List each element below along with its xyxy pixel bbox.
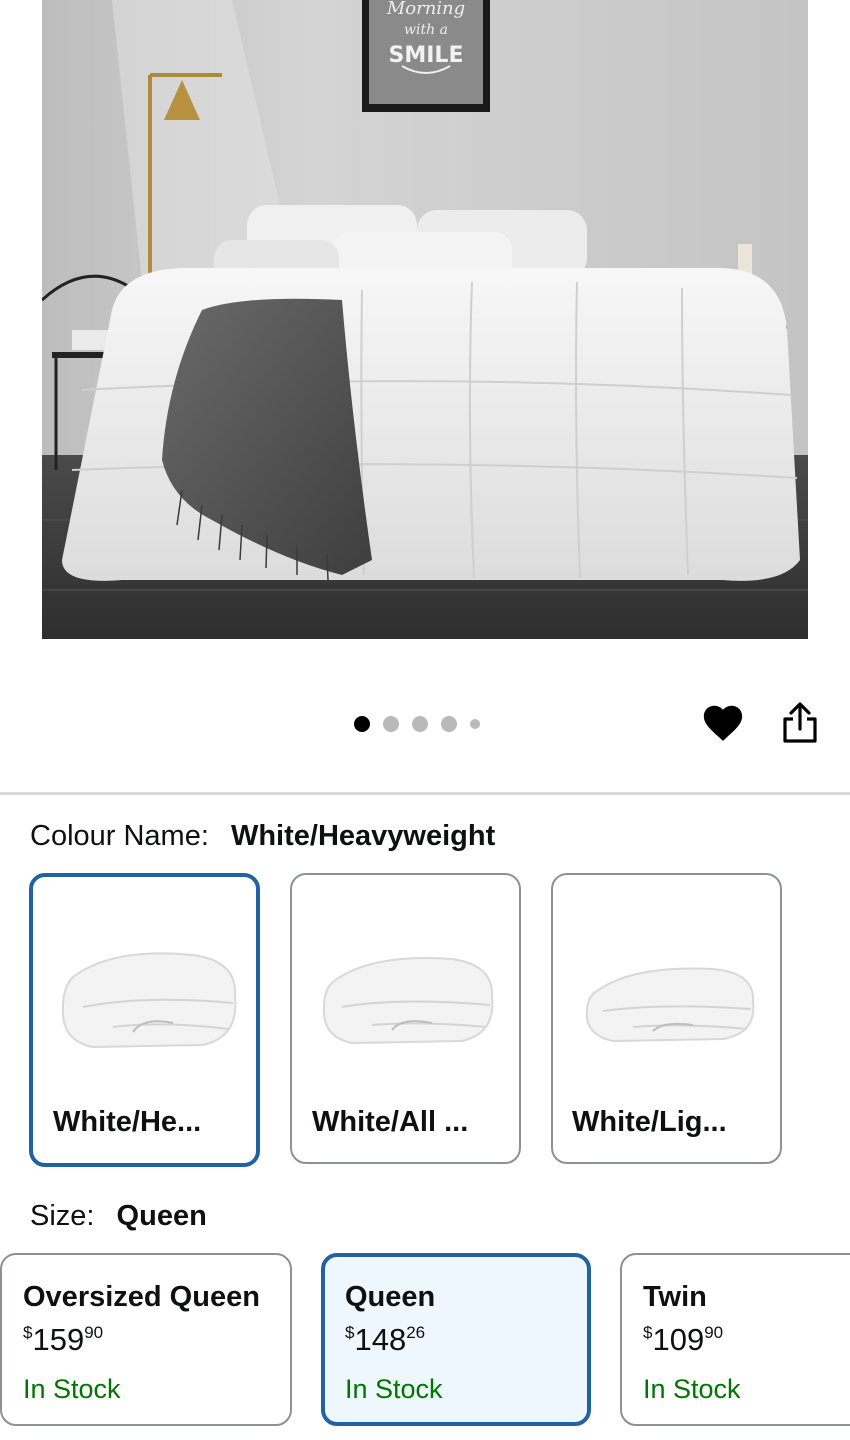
availability-status: In Stock bbox=[345, 1374, 443, 1404]
size-option-name: Oversized Queen bbox=[23, 1281, 260, 1313]
product-image[interactable]: Morning with a SMILE bbox=[42, 0, 808, 639]
size-option-price: $15990 bbox=[23, 1322, 104, 1357]
carousel-dot-3[interactable] bbox=[412, 716, 428, 732]
svg-text:SMILE: SMILE bbox=[389, 43, 464, 68]
colour-option-label: White/He... bbox=[53, 1106, 202, 1138]
size-option-queen[interactable]: Queen $14826 In Stock bbox=[321, 1253, 591, 1426]
comforter-thumbnail bbox=[61, 952, 237, 1049]
size-option-price: $10990 bbox=[643, 1322, 724, 1357]
colour-label-key: Colour Name: bbox=[30, 820, 209, 852]
size-option-oversized-queen[interactable]: Oversized Queen $15990 In Stock bbox=[0, 1253, 292, 1426]
size-option-price: $14826 bbox=[345, 1322, 426, 1357]
carousel-dot-2[interactable] bbox=[383, 716, 399, 732]
svg-text:with a: with a bbox=[404, 22, 448, 38]
image-carousel-indicator[interactable] bbox=[354, 714, 480, 734]
availability-status: In Stock bbox=[643, 1374, 741, 1404]
size-selected-value: Queen bbox=[116, 1200, 207, 1232]
carousel-dot-1[interactable] bbox=[354, 716, 370, 732]
size-option-twin[interactable]: Twin $10990 In Stock bbox=[620, 1253, 850, 1426]
heart-icon[interactable] bbox=[700, 700, 746, 746]
share-icon[interactable] bbox=[779, 701, 821, 745]
comforter-thumbnail bbox=[322, 956, 494, 1045]
comforter-thumbnail bbox=[585, 967, 755, 1043]
svg-text:Morning: Morning bbox=[386, 0, 465, 19]
carousel-dot-4[interactable] bbox=[441, 716, 457, 732]
carousel-dot-5[interactable] bbox=[470, 719, 480, 729]
colour-name-label: Colour Name: White/Heavyweight bbox=[30, 820, 495, 853]
colour-option-label: White/Lig... bbox=[572, 1106, 727, 1138]
size-label-key: Size: bbox=[30, 1200, 95, 1232]
size-option-name: Twin bbox=[643, 1281, 707, 1313]
size-label: Size: Queen bbox=[30, 1200, 207, 1233]
section-divider bbox=[0, 792, 850, 795]
colour-option-label: White/All ... bbox=[312, 1106, 469, 1138]
colour-selected-value: White/Heavyweight bbox=[230, 820, 496, 852]
size-option-name: Queen bbox=[345, 1281, 436, 1313]
availability-status: In Stock bbox=[23, 1374, 121, 1404]
